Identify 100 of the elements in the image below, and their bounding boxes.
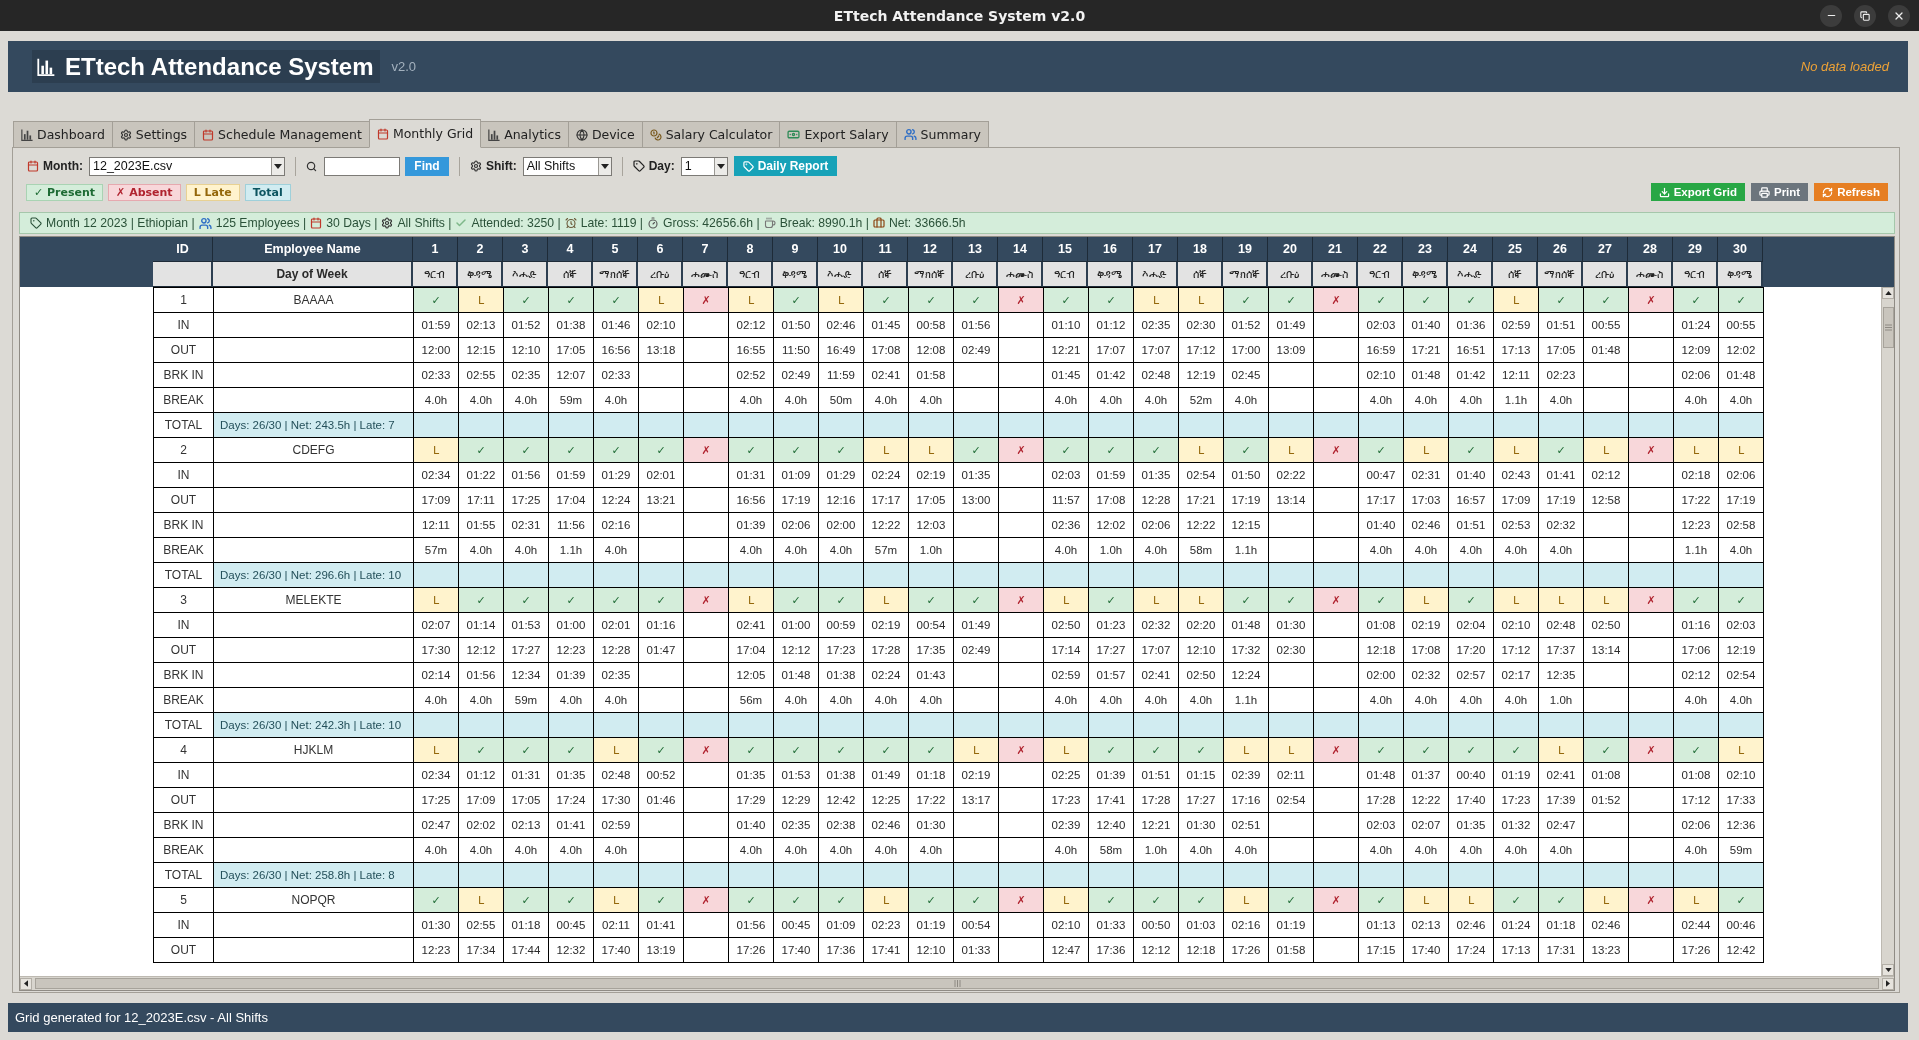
time-cell: 02:33: [594, 363, 639, 388]
time-cell: 02:23: [1539, 363, 1584, 388]
caret-down-icon: [274, 163, 282, 169]
time-cell: 12:12: [774, 638, 819, 663]
duration-cell: 57m: [864, 538, 909, 563]
time-cell: 01:18: [1539, 913, 1584, 938]
time-cell: 13:23: [1584, 938, 1629, 963]
time-cell: 17:17: [864, 488, 909, 513]
time-cell: 02:33: [414, 363, 459, 388]
time-cell: 01:12: [1089, 313, 1134, 338]
tab[interactable]: Monthly Grid: [368, 119, 482, 148]
status-cell: ✓: [1584, 288, 1629, 313]
time-cell: 01:50: [1224, 463, 1269, 488]
duration-cell: 4.0h: [414, 688, 459, 713]
row-label-cell: OUT: [154, 338, 214, 363]
duration-cell: 4.0h: [1224, 838, 1269, 863]
time-cell: 12:23: [414, 938, 459, 963]
time-cell: 01:46: [594, 313, 639, 338]
bar-chart-icon: [21, 128, 33, 141]
time-cell: 01:13: [1359, 913, 1404, 938]
time-cell: 17:06: [1674, 638, 1719, 663]
tab[interactable]: Schedule Management: [194, 121, 370, 148]
total-fill-cell: [1179, 413, 1224, 438]
status-cell: L: [1584, 438, 1629, 463]
scrollbar-thumb[interactable]: [35, 978, 1879, 989]
tab[interactable]: Device: [567, 121, 643, 148]
total-fill-cell: [1314, 563, 1359, 588]
duration-cell: 4.0h: [1539, 538, 1584, 563]
download-icon: [1658, 186, 1670, 198]
scrollbar-thumb[interactable]: [1882, 307, 1894, 348]
month-dropdown[interactable]: 12_2023E.csv: [89, 156, 285, 176]
total-fill-cell: [1494, 413, 1539, 438]
time-cell: 12:22: [1179, 513, 1224, 538]
total-fill-cell: [1179, 713, 1224, 738]
time-cell: 17:33: [1719, 788, 1764, 813]
status-cell: ✓: [1359, 738, 1404, 763]
time-cell: 17:07: [1134, 638, 1179, 663]
time-cell: 01:08: [1674, 763, 1719, 788]
time-cell: 02:53: [1494, 513, 1539, 538]
duration-cell: 4.0h: [594, 388, 639, 413]
time-cell: 00:45: [774, 913, 819, 938]
duration-cell: 1.0h: [909, 538, 954, 563]
shift-dropdown[interactable]: All Shifts: [522, 156, 612, 176]
day-dropdown[interactable]: 1: [680, 156, 728, 176]
total-fill-cell: [1134, 713, 1179, 738]
duration-cell: 4.0h: [909, 838, 954, 863]
tab[interactable]: Analytics: [480, 121, 569, 148]
time-cell: 17:05: [504, 788, 549, 813]
time-cell: 02:19: [909, 463, 954, 488]
status-cell: ✗: [1314, 738, 1359, 763]
time-cell: 01:19: [909, 913, 954, 938]
tab[interactable]: Salary Calculator: [641, 121, 781, 148]
time-cell: 02:18: [1674, 463, 1719, 488]
status-cell: L: [909, 438, 954, 463]
time-cell: 01:59: [1089, 463, 1134, 488]
time-cell: 01:30: [909, 813, 954, 838]
time-cell: 17:15: [1359, 938, 1404, 963]
time-cell: 17:23: [1044, 788, 1089, 813]
duration-cell: 4.0h: [1044, 388, 1089, 413]
status-cell: L: [1539, 738, 1584, 763]
time-cell: 17:27: [504, 638, 549, 663]
total-fill-cell: [594, 413, 639, 438]
weekday-header: ቅዳሜ: [1403, 262, 1448, 287]
time-cell: 01:48: [1584, 338, 1629, 363]
weekday-header: ረቡዕ: [1583, 262, 1628, 287]
total-fill-cell: [819, 413, 864, 438]
status-cell: ✓: [729, 738, 774, 763]
time-cell: 17:28: [1359, 788, 1404, 813]
duration-cell: 4.0h: [1539, 388, 1584, 413]
time-cell: 17:09: [1494, 488, 1539, 513]
total-fill-cell: [1404, 713, 1449, 738]
status-cell: ✓: [729, 888, 774, 913]
total-fill-cell: [819, 563, 864, 588]
duration-cell: 4.0h: [414, 838, 459, 863]
vertical-scrollbar[interactable]: [1881, 287, 1894, 976]
horizontal-scrollbar[interactable]: [20, 976, 1894, 990]
time-cell: 02:48: [594, 763, 639, 788]
weekday-header: ሰኞ: [1493, 262, 1538, 287]
duration-cell: 4.0h: [1494, 688, 1539, 713]
status-cell: ✗: [1629, 888, 1674, 913]
minimize-button[interactable]: [1820, 4, 1842, 27]
search-field[interactable]: [324, 156, 400, 176]
status-cell: ✓: [1269, 888, 1314, 913]
total-fill-cell: [639, 563, 684, 588]
time-cell: 13:14: [1269, 488, 1314, 513]
total-fill-cell: [774, 863, 819, 888]
duration-cell: 4.0h: [1404, 838, 1449, 863]
tab[interactable]: Export Salary: [779, 121, 897, 148]
total-fill-cell: [729, 863, 774, 888]
tab[interactable]: Settings: [111, 121, 196, 148]
close-button[interactable]: [1888, 4, 1910, 27]
status-cell: ✓: [504, 588, 549, 613]
print-button[interactable]: Print: [1750, 183, 1809, 201]
restore-button[interactable]: [1854, 4, 1876, 27]
grip-icon: [953, 980, 961, 987]
time-cell: 02:01: [639, 463, 684, 488]
tab[interactable]: Dashboard: [13, 121, 113, 148]
time-cell: 17:27: [1179, 788, 1224, 813]
status-cell: ✓: [819, 888, 864, 913]
tab[interactable]: Summary: [895, 121, 989, 148]
